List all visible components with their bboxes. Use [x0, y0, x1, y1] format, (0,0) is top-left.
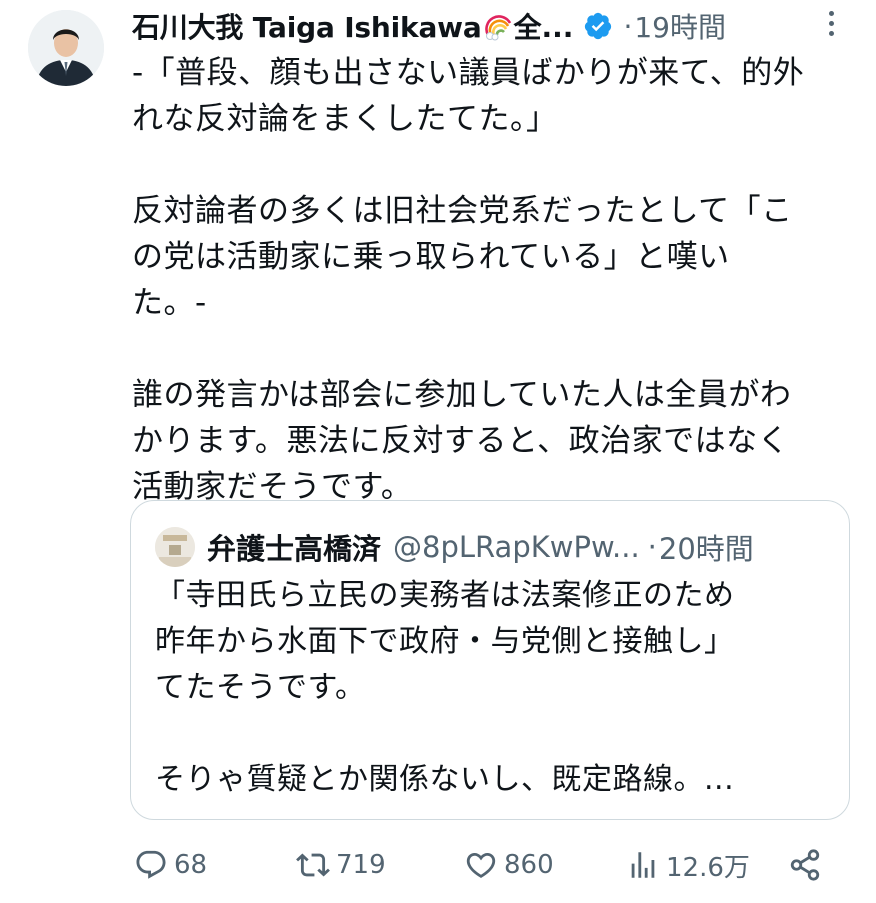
- tweet-text: -「普段、顔も出さない議員ばかりが来て、的外 れな反対論をまくしたてた。」 反対…: [132, 50, 842, 510]
- quoted-tweet-line: てたそうです。: [155, 670, 366, 705]
- tweet-line: た。-: [132, 285, 207, 321]
- quoted-tweet-line: 昨年から水面下で政府・与党側と接触し」: [155, 624, 735, 659]
- quoted-author-name[interactable]: 弁護士高橋済: [207, 526, 381, 568]
- quoted-tweet-text: 「寺田氏ら立民の実務者は法案修正のため 昨年から水面下で政府・与党側と接触し」 …: [155, 573, 835, 803]
- quoted-tweet-line: 「寺田氏ら立民の実務者は法案修正のため: [155, 578, 735, 613]
- views-count: 12.6万: [666, 852, 750, 883]
- views-button[interactable]: 12.6万: [626, 845, 750, 885]
- tweet-line: 反対論者の多くは旧社会党系だったとして「こ: [132, 193, 793, 229]
- rainbow-icon: [484, 11, 514, 41]
- quoted-tweet-timestamp[interactable]: 20時間: [659, 526, 754, 568]
- tweet-line: の党は活動家に乗っ取られている」と嘆い: [132, 239, 730, 275]
- tweet-line: -「普段、顔も出さない議員ばかりが来て、的外: [132, 55, 805, 91]
- more-options-icon[interactable]: [816, 6, 846, 40]
- quoted-tweet-header: 弁護士高橋済 @8pLRapKwPw... · 20時間: [155, 523, 829, 571]
- reply-icon: [136, 850, 166, 879]
- retweet-count: 719: [336, 850, 386, 880]
- tweet-line: 誰の発言かは部会に参加していた人は全員がわ: [132, 377, 792, 413]
- reply-button[interactable]: 68: [134, 845, 207, 885]
- author-name[interactable]: 石川大我 Taiga Ishikawa: [132, 6, 482, 46]
- quoted-tweet-line: そりゃ質疑とか関係ないし、既定路線。...: [155, 762, 735, 797]
- like-count: 860: [504, 850, 554, 880]
- tweet-line: れな反対論をまくしたてた。」: [132, 101, 558, 137]
- retweet-button[interactable]: 719: [296, 845, 386, 885]
- tweet-timestamp[interactable]: 19時間: [634, 6, 726, 46]
- quoted-tweet-card[interactable]: 弁護士高橋済 @8pLRapKwPw... · 20時間 「寺田氏ら立民の実務者…: [130, 500, 850, 820]
- tweet-line: かります。悪法に反対すると、政治家ではなく: [132, 423, 790, 459]
- tweet-action-bar: 68 719 860 12.6万: [134, 845, 834, 885]
- views-chart-icon: [631, 852, 655, 878]
- separator-dot: ·: [623, 9, 633, 43]
- like-button[interactable]: 860: [464, 845, 554, 885]
- separator-dot: ·: [647, 530, 657, 564]
- reply-count: 68: [174, 850, 208, 880]
- quoted-author-avatar[interactable]: [155, 527, 195, 567]
- share-button[interactable]: [788, 845, 822, 885]
- author-avatar[interactable]: [28, 10, 104, 86]
- verified-badge-icon: [583, 11, 613, 41]
- quoted-author-handle[interactable]: @8pLRapKwPw...: [393, 530, 640, 564]
- retweet-icon: [296, 853, 330, 877]
- tweet: 石川大我 Taiga Ishikawa 全... · 19時間 -「普段、顔も出…: [0, 0, 876, 903]
- heart-icon: [466, 852, 496, 878]
- share-icon: [790, 849, 820, 881]
- tweet-header: 石川大我 Taiga Ishikawa 全... · 19時間: [132, 6, 836, 46]
- author-name-suffix: 全...: [513, 11, 574, 44]
